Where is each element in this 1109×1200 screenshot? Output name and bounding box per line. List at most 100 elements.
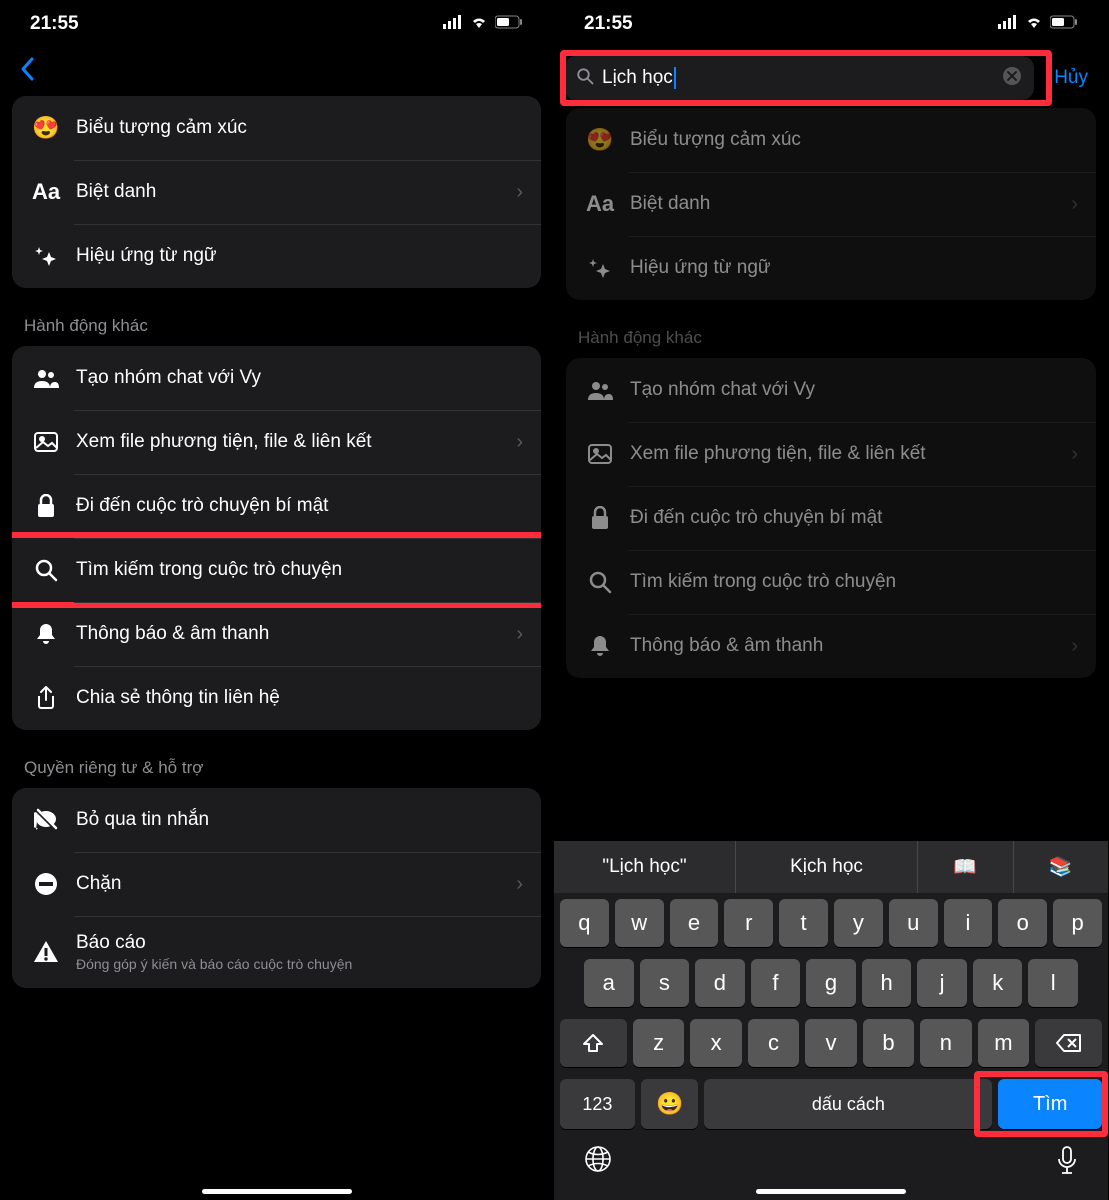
row-media[interactable]: Xem file phương tiện, file & liên kết › <box>12 410 541 474</box>
key-123[interactable]: 123 <box>560 1079 635 1129</box>
signal-icon <box>443 13 463 35</box>
row-share-contact[interactable]: Chia sẻ thông tin liên hệ <box>12 666 541 730</box>
suggestion-4[interactable]: 📚 <box>1014 841 1109 893</box>
row-search-in-conversation[interactable]: Tìm kiếm trong cuộc trò chuyện <box>566 550 1096 614</box>
row-create-group[interactable]: Tạo nhóm chat với Vy <box>566 358 1096 422</box>
search-input[interactable]: Lịch học <box>564 56 1034 100</box>
row-ignore[interactable]: Bỏ qua tin nhắn <box>12 788 541 852</box>
row-report[interactable]: Báo cáo Đóng góp ý kiến và báo cáo cuộc … <box>12 916 541 988</box>
key-search[interactable]: Tìm <box>998 1079 1102 1129</box>
mic-icon[interactable] <box>1056 1145 1078 1182</box>
key-o[interactable]: o <box>998 899 1047 947</box>
home-indicator[interactable] <box>202 1189 352 1194</box>
row-media[interactable]: Xem file phương tiện, file & liên kết › <box>566 422 1096 486</box>
cancel-button[interactable]: Hủy <box>1044 67 1098 89</box>
row-nickname[interactable]: Aa Biệt danh › <box>566 172 1096 236</box>
home-indicator[interactable] <box>756 1189 906 1194</box>
key-q[interactable]: q <box>560 899 609 947</box>
key-backspace[interactable] <box>1035 1019 1102 1067</box>
warn-icon <box>30 936 62 968</box>
row-word-effects[interactable]: Hiệu ứng từ ngữ <box>566 236 1096 300</box>
section-header-actions: Hành động khác <box>554 328 1108 358</box>
section-customize: 😍 Biểu tượng cảm xúc Aa Biệt danh › Hiệu… <box>566 108 1096 300</box>
keyboard: "Lịch học" Kịch học 📖 📚 q w e r t y u i … <box>554 841 1108 1200</box>
row-notifications[interactable]: Thông báo & âm thanh › <box>12 602 541 666</box>
emoji-icon: 😍 <box>584 124 616 156</box>
back-button[interactable] <box>0 48 553 96</box>
key-z[interactable]: z <box>633 1019 684 1067</box>
key-l[interactable]: l <box>1028 959 1078 1007</box>
key-j[interactable]: j <box>917 959 967 1007</box>
key-row-3: z x c v b n m <box>554 1013 1108 1073</box>
key-i[interactable]: i <box>944 899 993 947</box>
row-label: Tạo nhóm chat với Vy <box>76 367 523 389</box>
clear-icon[interactable] <box>1002 66 1022 91</box>
key-s[interactable]: s <box>640 959 690 1007</box>
emoji-icon: 😍 <box>30 112 62 144</box>
key-space[interactable]: dấu cách <box>704 1079 992 1129</box>
row-emoji[interactable]: 😍 Biểu tượng cảm xúc <box>12 96 541 160</box>
key-x[interactable]: x <box>690 1019 741 1067</box>
row-label: Xem file phương tiện, file & liên kết <box>76 431 516 453</box>
row-emoji[interactable]: 😍 Biểu tượng cảm xúc <box>566 108 1096 172</box>
suggestion-1[interactable]: "Lịch học" <box>554 841 736 893</box>
row-secret[interactable]: Đi đến cuộc trò chuyện bí mật <box>12 474 541 538</box>
block-icon <box>30 868 62 900</box>
key-p[interactable]: p <box>1053 899 1102 947</box>
key-e[interactable]: e <box>670 899 719 947</box>
image-icon <box>30 426 62 458</box>
key-r[interactable]: r <box>724 899 773 947</box>
key-k[interactable]: k <box>973 959 1023 1007</box>
image-icon <box>584 438 616 470</box>
phone-right: 21:55 Lịch học Hủy 😍 Biểu tượng cảm xúc <box>554 0 1108 1200</box>
aa-icon: Aa <box>30 176 62 208</box>
suggestion-2[interactable]: Kịch học <box>736 841 918 893</box>
search-value: Lịch học <box>602 67 1002 89</box>
row-label: Biệt danh <box>630 193 1071 215</box>
key-n[interactable]: n <box>920 1019 971 1067</box>
search-bar-wrap: Lịch học Hủy <box>554 48 1108 108</box>
key-t[interactable]: t <box>779 899 828 947</box>
row-sublabel: Đóng góp ý kiến và báo cáo cuộc trò chuy… <box>76 956 523 972</box>
key-w[interactable]: w <box>615 899 664 947</box>
row-create-group[interactable]: Tạo nhóm chat với Vy <box>12 346 541 410</box>
key-shift[interactable] <box>560 1019 627 1067</box>
key-u[interactable]: u <box>889 899 938 947</box>
globe-icon[interactable] <box>584 1145 612 1182</box>
key-a[interactable]: a <box>584 959 634 1007</box>
suggestion-3[interactable]: 📖 <box>918 841 1014 893</box>
chevron-right-icon: › <box>1071 443 1078 466</box>
row-label: Thông báo & âm thanh <box>630 635 1071 657</box>
row-nickname[interactable]: Aa Biệt danh › <box>12 160 541 224</box>
row-label: Thông báo & âm thanh <box>76 623 516 645</box>
bell-icon <box>584 630 616 662</box>
key-y[interactable]: y <box>834 899 883 947</box>
search-icon <box>30 554 62 586</box>
chevron-right-icon: › <box>1071 635 1078 658</box>
row-label: Đi đến cuộc trò chuyện bí mật <box>630 507 1078 529</box>
sparkle-icon <box>30 240 62 272</box>
row-label: Chia sẻ thông tin liên hệ <box>76 687 523 709</box>
section-customize: 😍 Biểu tượng cảm xúc Aa Biệt danh › Hiệu… <box>12 96 541 288</box>
group-icon <box>584 374 616 406</box>
key-h[interactable]: h <box>862 959 912 1007</box>
key-m[interactable]: m <box>978 1019 1029 1067</box>
group-icon <box>30 362 62 394</box>
row-block[interactable]: Chặn › <box>12 852 541 916</box>
lock-icon <box>584 502 616 534</box>
key-d[interactable]: d <box>695 959 745 1007</box>
battery-icon <box>1050 13 1078 35</box>
chevron-right-icon: › <box>516 431 523 454</box>
key-row-1: q w e r t y u i o p <box>554 893 1108 953</box>
row-label: Chặn <box>76 873 516 895</box>
key-f[interactable]: f <box>751 959 801 1007</box>
key-c[interactable]: c <box>748 1019 799 1067</box>
row-word-effects[interactable]: Hiệu ứng từ ngữ <box>12 224 541 288</box>
row-notifications[interactable]: Thông báo & âm thanh › <box>566 614 1096 678</box>
row-secret[interactable]: Đi đến cuộc trò chuyện bí mật <box>566 486 1096 550</box>
key-emoji[interactable]: 😀 <box>641 1079 699 1129</box>
row-search-in-conversation[interactable]: Tìm kiếm trong cuộc trò chuyện <box>12 532 541 608</box>
key-b[interactable]: b <box>863 1019 914 1067</box>
key-v[interactable]: v <box>805 1019 856 1067</box>
key-g[interactable]: g <box>806 959 856 1007</box>
